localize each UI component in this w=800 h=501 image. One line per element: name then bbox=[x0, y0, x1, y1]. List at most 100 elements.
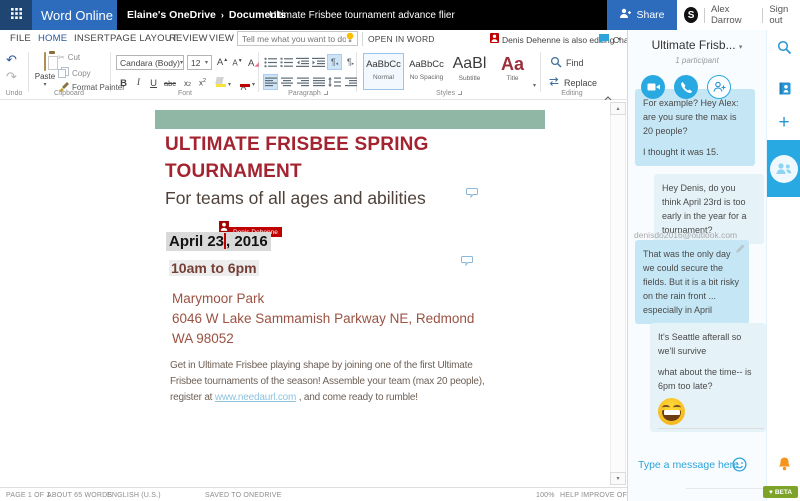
special-indent-button[interactable] bbox=[343, 74, 358, 90]
undo-button[interactable]: ↶ bbox=[6, 52, 17, 68]
paste-button[interactable]: Paste ▾ bbox=[33, 53, 57, 88]
dialog-launcher-icon[interactable] bbox=[324, 91, 328, 95]
redo-button[interactable]: ↷ bbox=[6, 69, 17, 85]
bold-button[interactable]: B bbox=[116, 75, 131, 91]
word-count[interactable]: ABOUT 65 WORDS bbox=[47, 492, 112, 499]
justify-button[interactable] bbox=[311, 74, 326, 90]
user-name[interactable]: Alex Darrow bbox=[711, 4, 757, 26]
style-name: Normal bbox=[364, 74, 403, 81]
address-line-2: WA 98052 bbox=[172, 329, 474, 349]
comment-icon[interactable] bbox=[461, 253, 473, 271]
chat-message-input[interactable]: Type a message here bbox=[638, 459, 739, 471]
copy-button[interactable]: Copy bbox=[58, 67, 91, 80]
style-no-spacing[interactable]: AaBbCc No Spacing bbox=[406, 53, 447, 90]
replace-button[interactable]: Replace bbox=[548, 76, 597, 89]
sign-out-link[interactable]: Sign out bbox=[769, 4, 800, 26]
chevron-down-icon[interactable]: ▾ bbox=[228, 81, 231, 88]
body-link[interactable]: www.needaurl.com bbox=[215, 392, 296, 403]
tab-review[interactable]: REVIEW bbox=[169, 33, 208, 44]
add-participant-button[interactable] bbox=[707, 75, 731, 99]
style-title[interactable]: Aa Title bbox=[492, 53, 533, 90]
tab-insert[interactable]: INSERT bbox=[74, 33, 110, 44]
app-launcher-button[interactable] bbox=[0, 0, 32, 30]
font-size-value: 12 bbox=[191, 58, 200, 68]
superscript-button[interactable]: x2 bbox=[195, 75, 210, 91]
language-status[interactable]: ENGLISH (U.S.) bbox=[107, 492, 161, 499]
font-color-button[interactable]: A bbox=[236, 75, 251, 91]
tab-view[interactable]: VIEW bbox=[209, 33, 234, 44]
divider bbox=[540, 52, 541, 92]
contacts-button[interactable] bbox=[767, 82, 800, 100]
skype-icon[interactable]: S bbox=[684, 7, 698, 23]
document-time: 10am to 6pm bbox=[169, 260, 259, 276]
increase-indent-button[interactable] bbox=[311, 54, 326, 70]
document-canvas[interactable]: ULTIMATE FRISBEE SPRING TOURNAMENT For t… bbox=[0, 100, 627, 487]
divider bbox=[658, 428, 764, 429]
align-right-button[interactable] bbox=[295, 74, 310, 90]
tab-home[interactable]: HOME bbox=[38, 33, 67, 44]
lightbulb-icon bbox=[346, 32, 354, 46]
find-button[interactable]: Find bbox=[550, 56, 584, 70]
numbering-button[interactable] bbox=[279, 54, 294, 70]
beta-badge[interactable]: ♥BETA bbox=[763, 486, 798, 498]
cut-button[interactable]: ✂ Cut bbox=[58, 53, 80, 62]
align-center-button[interactable] bbox=[279, 74, 294, 90]
superscript-icon: x2 bbox=[199, 78, 206, 88]
chat-message: For example? Hey Alex: are you sure the … bbox=[635, 89, 755, 166]
share-button[interactable]: Share bbox=[607, 0, 677, 30]
clear-formatting-button[interactable]: A◢ bbox=[246, 55, 261, 71]
tab-file[interactable]: FILE bbox=[10, 33, 31, 44]
heart-icon: ♥ bbox=[769, 489, 773, 496]
open-in-word-button[interactable]: OPEN IN WORD bbox=[368, 34, 435, 44]
paragraph-rtl-button[interactable]: ¶◂ bbox=[327, 54, 342, 70]
bell-icon[interactable] bbox=[777, 456, 792, 477]
tab-page-layout[interactable]: PAGE LAYOUT bbox=[110, 33, 178, 44]
styles-more-button[interactable]: ▾ bbox=[533, 82, 536, 89]
style-preview: AaBbCc bbox=[407, 58, 446, 72]
chat-title[interactable]: Ultimate Frisb... ▾ bbox=[628, 38, 766, 52]
search-button[interactable] bbox=[767, 40, 800, 60]
emoji-picker-button[interactable] bbox=[732, 457, 747, 477]
video-call-button[interactable] bbox=[641, 75, 665, 99]
voice-call-button[interactable] bbox=[674, 75, 698, 99]
paragraph-ltr-button[interactable]: ¶▸ bbox=[343, 54, 358, 70]
message-text: It's Seattle afterall so we'll survive bbox=[658, 330, 758, 358]
align-left-button[interactable] bbox=[263, 74, 278, 90]
strikethrough-button[interactable]: abc bbox=[161, 75, 179, 91]
font-name-select[interactable]: Candara (Body)▾ bbox=[116, 55, 184, 70]
decrease-indent-button[interactable] bbox=[295, 54, 310, 70]
shrink-font-button[interactable]: A▼ bbox=[230, 55, 245, 71]
chevron-down-icon[interactable]: ▾ bbox=[252, 81, 255, 88]
ribbon-tab-strip: FILE HOME INSERT PAGE LAYOUT REVIEW VIEW… bbox=[0, 30, 627, 48]
active-chat-tab[interactable] bbox=[767, 140, 800, 197]
italic-button[interactable]: I bbox=[131, 75, 146, 91]
add-button[interactable]: + bbox=[767, 114, 800, 132]
style-name: Subtitle bbox=[450, 75, 489, 82]
search-icon bbox=[550, 56, 562, 70]
collapse-ribbon-button[interactable] bbox=[604, 88, 612, 93]
font-size-select[interactable]: 12▾ bbox=[187, 55, 212, 70]
style-normal[interactable]: AaBbCc Normal bbox=[363, 53, 404, 90]
style-name: No Spacing bbox=[407, 74, 446, 81]
tell-me-input[interactable] bbox=[238, 34, 346, 44]
scrollbar-track[interactable] bbox=[610, 102, 626, 485]
comment-icon[interactable] bbox=[466, 185, 478, 203]
document-banner bbox=[155, 110, 545, 129]
zoom-level[interactable]: 100% bbox=[536, 492, 555, 499]
dialog-launcher-icon[interactable] bbox=[458, 91, 462, 95]
highlight-icon bbox=[214, 77, 225, 89]
share-label: Share bbox=[636, 9, 664, 21]
scroll-down-button[interactable]: ▾ bbox=[610, 472, 626, 485]
grow-font-button[interactable]: A▲ bbox=[215, 55, 230, 71]
subscript-button[interactable]: x2 bbox=[180, 75, 195, 91]
page-count[interactable]: PAGE 1 OF 1 bbox=[6, 492, 50, 499]
scroll-up-button[interactable]: ▴ bbox=[610, 102, 626, 115]
underline-button[interactable]: U bbox=[146, 75, 161, 91]
style-subtitle[interactable]: AaBl Subtitle bbox=[449, 53, 490, 90]
highlight-color-button[interactable] bbox=[212, 75, 227, 91]
edit-icon[interactable] bbox=[735, 244, 745, 258]
line-spacing-button[interactable] bbox=[327, 74, 342, 90]
cut-label: Cut bbox=[68, 53, 80, 62]
bullets-button[interactable] bbox=[263, 54, 278, 70]
document-title[interactable]: Ultimate Frisbee tournament advance flie… bbox=[117, 10, 607, 21]
